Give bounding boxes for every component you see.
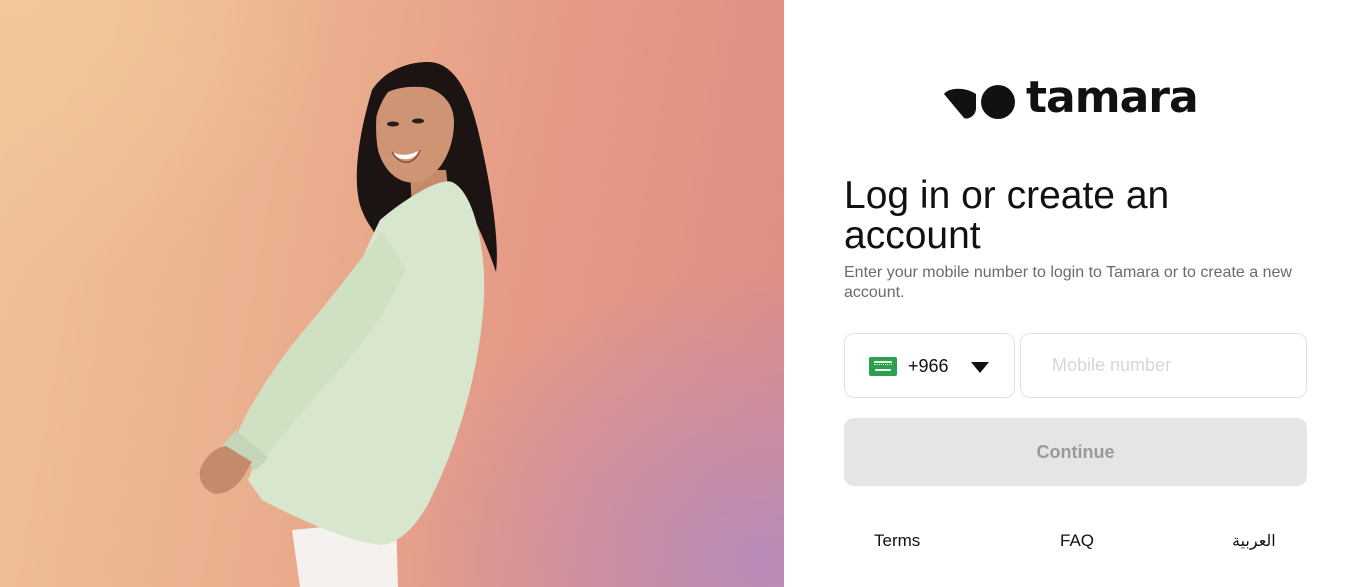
faq-link[interactable]: FAQ bbox=[1060, 531, 1094, 551]
caret-down-icon bbox=[971, 362, 989, 373]
brand-wordmark: tamara bbox=[1026, 72, 1199, 123]
terms-link[interactable]: Terms bbox=[874, 531, 920, 551]
page-subtitle: Enter your mobile number to login to Tam… bbox=[844, 264, 1292, 301]
woman-photo bbox=[199, 62, 497, 587]
country-code-selector[interactable]: +966 bbox=[844, 333, 1015, 398]
phone-input-group: +966 bbox=[844, 333, 1307, 398]
continue-button[interactable]: Continue bbox=[844, 418, 1307, 486]
saudi-flag-icon bbox=[869, 357, 897, 376]
brand-logo[interactable]: tamara bbox=[942, 76, 1199, 124]
tamara-logo-icon bbox=[944, 85, 1015, 119]
hero-image bbox=[0, 0, 784, 587]
language-switch-link[interactable]: العربية bbox=[1232, 531, 1276, 550]
login-panel: tamara Log in or create an account Enter… bbox=[784, 0, 1362, 587]
page-title: Log in or create an account bbox=[844, 174, 1170, 257]
mobile-number-input[interactable] bbox=[1020, 333, 1307, 398]
dial-code: +966 bbox=[908, 356, 949, 376]
